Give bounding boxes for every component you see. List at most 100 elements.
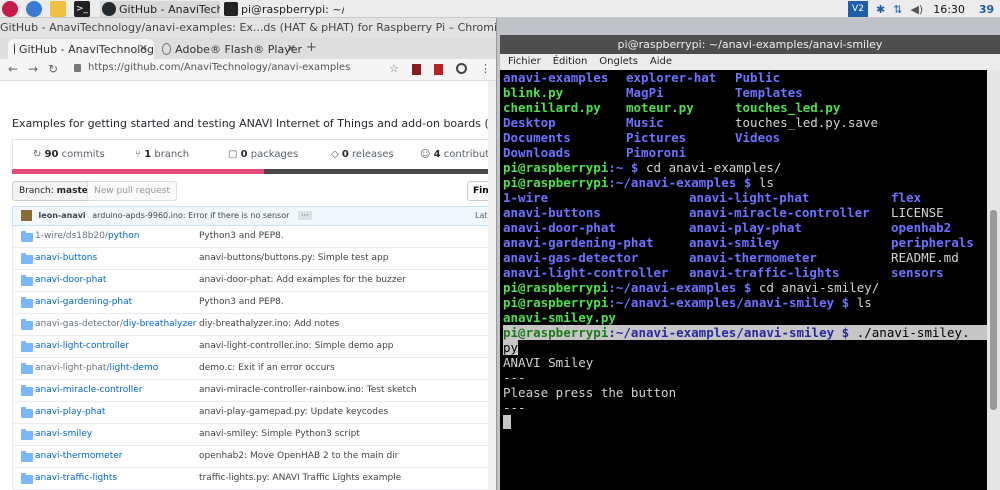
commit-author[interactable]: leon-anavi	[39, 211, 86, 220]
terminal-line: py	[503, 340, 519, 355]
commit-message[interactable]: anavi-smiley: Simple Python3 script	[199, 429, 360, 439]
table-row[interactable]: anavi-play-phat anavi-play-gamepad.py: Up…	[12, 402, 496, 424]
vnc-icon[interactable]: V2	[848, 1, 868, 17]
table-row[interactable]: anavi-gas-detector/diy-breathalyzer diy-b…	[12, 314, 496, 336]
forward-icon[interactable]: →	[28, 62, 38, 76]
page-scrollbar[interactable]	[488, 81, 496, 490]
commit-message[interactable]: Python3 and PEP8.	[199, 297, 284, 307]
terminal-line: anavi-examples explorer-hat Public	[503, 70, 781, 85]
bookmark-star-icon[interactable]: ☆	[389, 62, 399, 75]
terminal-output[interactable]: anavi-examples explorer-hat Public blink.py…	[500, 70, 987, 490]
file-name[interactable]: 1-wire/ds18b20/python	[35, 231, 139, 241]
new-tab-icon[interactable]: +	[306, 40, 317, 55]
stat-releases[interactable]: ◇ 0 releases	[331, 149, 394, 160]
extension-icon[interactable]	[412, 64, 421, 75]
file-name[interactable]: anavi-gas-detector/diy-breathalyzer	[35, 319, 196, 329]
table-row[interactable]: anavi-traffic-lights traffic-lights.py: A…	[12, 468, 496, 490]
repo-stats: ↻ 90 commits ⑂ 1 branch ▢ 0 packages ◇ 0…	[12, 139, 496, 171]
repo-description: Examples for getting started and testing…	[12, 117, 496, 130]
bluetooth-icon[interactable]: ✱	[876, 3, 885, 16]
new-pull-request-button[interactable]: New pull request	[87, 181, 177, 201]
tab-label: Adobe® Flash® Player	[175, 42, 302, 56]
table-row[interactable]: 1-wire/ds18b20/python Python3 and PEP8.	[12, 226, 496, 248]
file-name[interactable]: anavi-buttons	[35, 253, 97, 263]
commit-message[interactable]: traffic-lights.py: ANAVI Traffic Lights …	[199, 473, 401, 483]
avatar	[21, 210, 32, 221]
terminal-line: pi@raspberrypi:~ $ cd anavi-examples/	[503, 160, 782, 175]
commit-message[interactable]: arduino-apds-9960.ino: Error if there is…	[92, 211, 289, 220]
terminal-line: chenillard.py moteur.py touches_led.py	[503, 100, 841, 115]
table-row[interactable]: anavi-smiley anavi-smiley: Simple Python3…	[12, 424, 496, 446]
terminal-scrollbar[interactable]	[987, 70, 1000, 490]
network-icon[interactable]: ⇅	[893, 3, 902, 16]
file-name[interactable]: anavi-miracle-controller	[35, 385, 142, 395]
table-row[interactable]: anavi-thermometer openhab2: Move OpenHAB …	[12, 446, 496, 468]
table-row[interactable]: anavi-light-controller anavi-light-contro…	[12, 336, 496, 358]
commit-message[interactable]: Python3 and PEP8.	[199, 231, 284, 241]
table-row[interactable]: anavi-miracle-controller anavi-miracle-co…	[12, 380, 496, 402]
commit-message[interactable]: anavi-play-gamepad.py: Update keycodes	[199, 407, 388, 417]
table-row[interactable]: anavi-gardening-phat Python3 and PEP8.	[12, 292, 496, 314]
file-name[interactable]: anavi-smiley	[35, 429, 92, 439]
lock-icon	[74, 64, 81, 72]
file-name[interactable]: anavi-thermometer	[35, 451, 122, 461]
file-name[interactable]: anavi-gardening-phat	[35, 297, 132, 307]
commit-message[interactable]: anavi-buttons/buttons.py: Simple test ap…	[199, 253, 388, 263]
tab-github[interactable]: GitHub - AnaviTechnolog ✕	[8, 39, 154, 59]
commit-message[interactable]: anavi-door-phat: Add examples for the bu…	[199, 275, 406, 285]
folder-icon	[21, 429, 33, 440]
terminal-menubar: Fichier Édition Onglets Aide	[500, 54, 1000, 70]
file-name[interactable]: anavi-door-phat	[35, 275, 106, 285]
commit-expand-button[interactable]: ···	[297, 211, 312, 220]
stat-packages[interactable]: ▢ 0 packages	[228, 149, 298, 160]
file-manager-icon[interactable]	[50, 1, 66, 17]
taskbar-task-terminal[interactable]: pi@raspberrypi: ~/ana...	[222, 1, 344, 17]
file-name[interactable]: anavi-light-phat/light-demo	[35, 363, 158, 373]
reload-icon[interactable]: ↻	[48, 62, 58, 76]
menu-edition[interactable]: Édition	[553, 54, 588, 70]
close-tab-icon[interactable]: ✕	[287, 42, 296, 55]
extension-icon-2[interactable]	[434, 64, 443, 75]
close-tab-icon[interactable]: ✕	[139, 42, 148, 55]
scrollbar-thumb[interactable]	[990, 210, 997, 410]
commit-message[interactable]: diy-breathalyzer.ino: Add notes	[199, 319, 339, 329]
taskbar-task-label: pi@raspberrypi: ~/ana...	[241, 2, 344, 16]
commit-message[interactable]: anavi-miracle-controller-rainbow.ino: Te…	[199, 385, 417, 395]
cpu-monitor-badge[interactable]: 39	[979, 3, 994, 16]
terminal-line: ---	[503, 370, 526, 385]
back-icon[interactable]: ←	[8, 62, 18, 76]
stat-contributors[interactable]: ☺ 4 contributors	[420, 149, 496, 160]
web-browser-icon[interactable]	[26, 1, 42, 17]
commit-message[interactable]: openhab2: Move OpenHAB 2 to the main dir	[199, 451, 398, 461]
terminal-title-bar: pi@raspberrypi: ~/anavi-examples/anavi-s…	[500, 35, 1000, 54]
address-bar[interactable]: https://github.com/AnaviTechnology/anavi…	[88, 62, 350, 73]
tab-flash[interactable]: Adobe® Flash® Player ✕	[156, 39, 302, 59]
clock[interactable]: 16:30	[933, 3, 965, 16]
stat-commits[interactable]: ↻ 90 commits	[33, 149, 105, 160]
table-row[interactable]: anavi-buttons anavi-buttons/buttons.py: S…	[12, 248, 496, 270]
terminal-line	[503, 415, 987, 430]
table-row[interactable]: anavi-light-phat/light-demo demo.c: Exit …	[12, 358, 496, 380]
language-bar[interactable]	[12, 169, 496, 174]
volume-icon[interactable]: ◀)	[910, 3, 923, 16]
terminal-line: pi@raspberrypi:~/anavi-examples $ ls	[503, 175, 774, 190]
file-name[interactable]: anavi-traffic-lights	[35, 473, 117, 483]
terminal-line: pi@raspberrypi:~/anavi-examples/anavi-sm…	[503, 295, 872, 310]
commit-message[interactable]: demo.c: Exit if an error occurs	[199, 363, 335, 373]
account-icon[interactable]	[456, 63, 467, 74]
table-row[interactable]: anavi-door-phat anavi-door-phat: Add exam…	[12, 270, 496, 292]
menu-fichier[interactable]: Fichier	[508, 54, 541, 70]
terminal-line: anavi-gardening-phat anavi-smiley peripher…	[503, 235, 974, 250]
menu-icon[interactable]: ⋮	[480, 62, 491, 75]
taskbar-task-chromium[interactable]: GitHub - AnaviTechno...	[100, 1, 220, 17]
file-name[interactable]: anavi-play-phat	[35, 407, 105, 417]
terminal-launcher-icon[interactable]: >_	[74, 1, 90, 17]
menu-onglets[interactable]: Onglets	[599, 54, 638, 70]
menu-aide[interactable]: Aide	[650, 54, 672, 70]
file-name[interactable]: anavi-light-controller	[35, 341, 129, 351]
folder-icon	[21, 473, 33, 484]
stat-branch[interactable]: ⑂ 1 branch	[135, 149, 189, 160]
language-bar-python	[12, 169, 264, 174]
commit-message[interactable]: anavi-light-controller.ino: Simple demo …	[199, 341, 394, 351]
raspberry-menu-icon[interactable]	[2, 1, 18, 17]
